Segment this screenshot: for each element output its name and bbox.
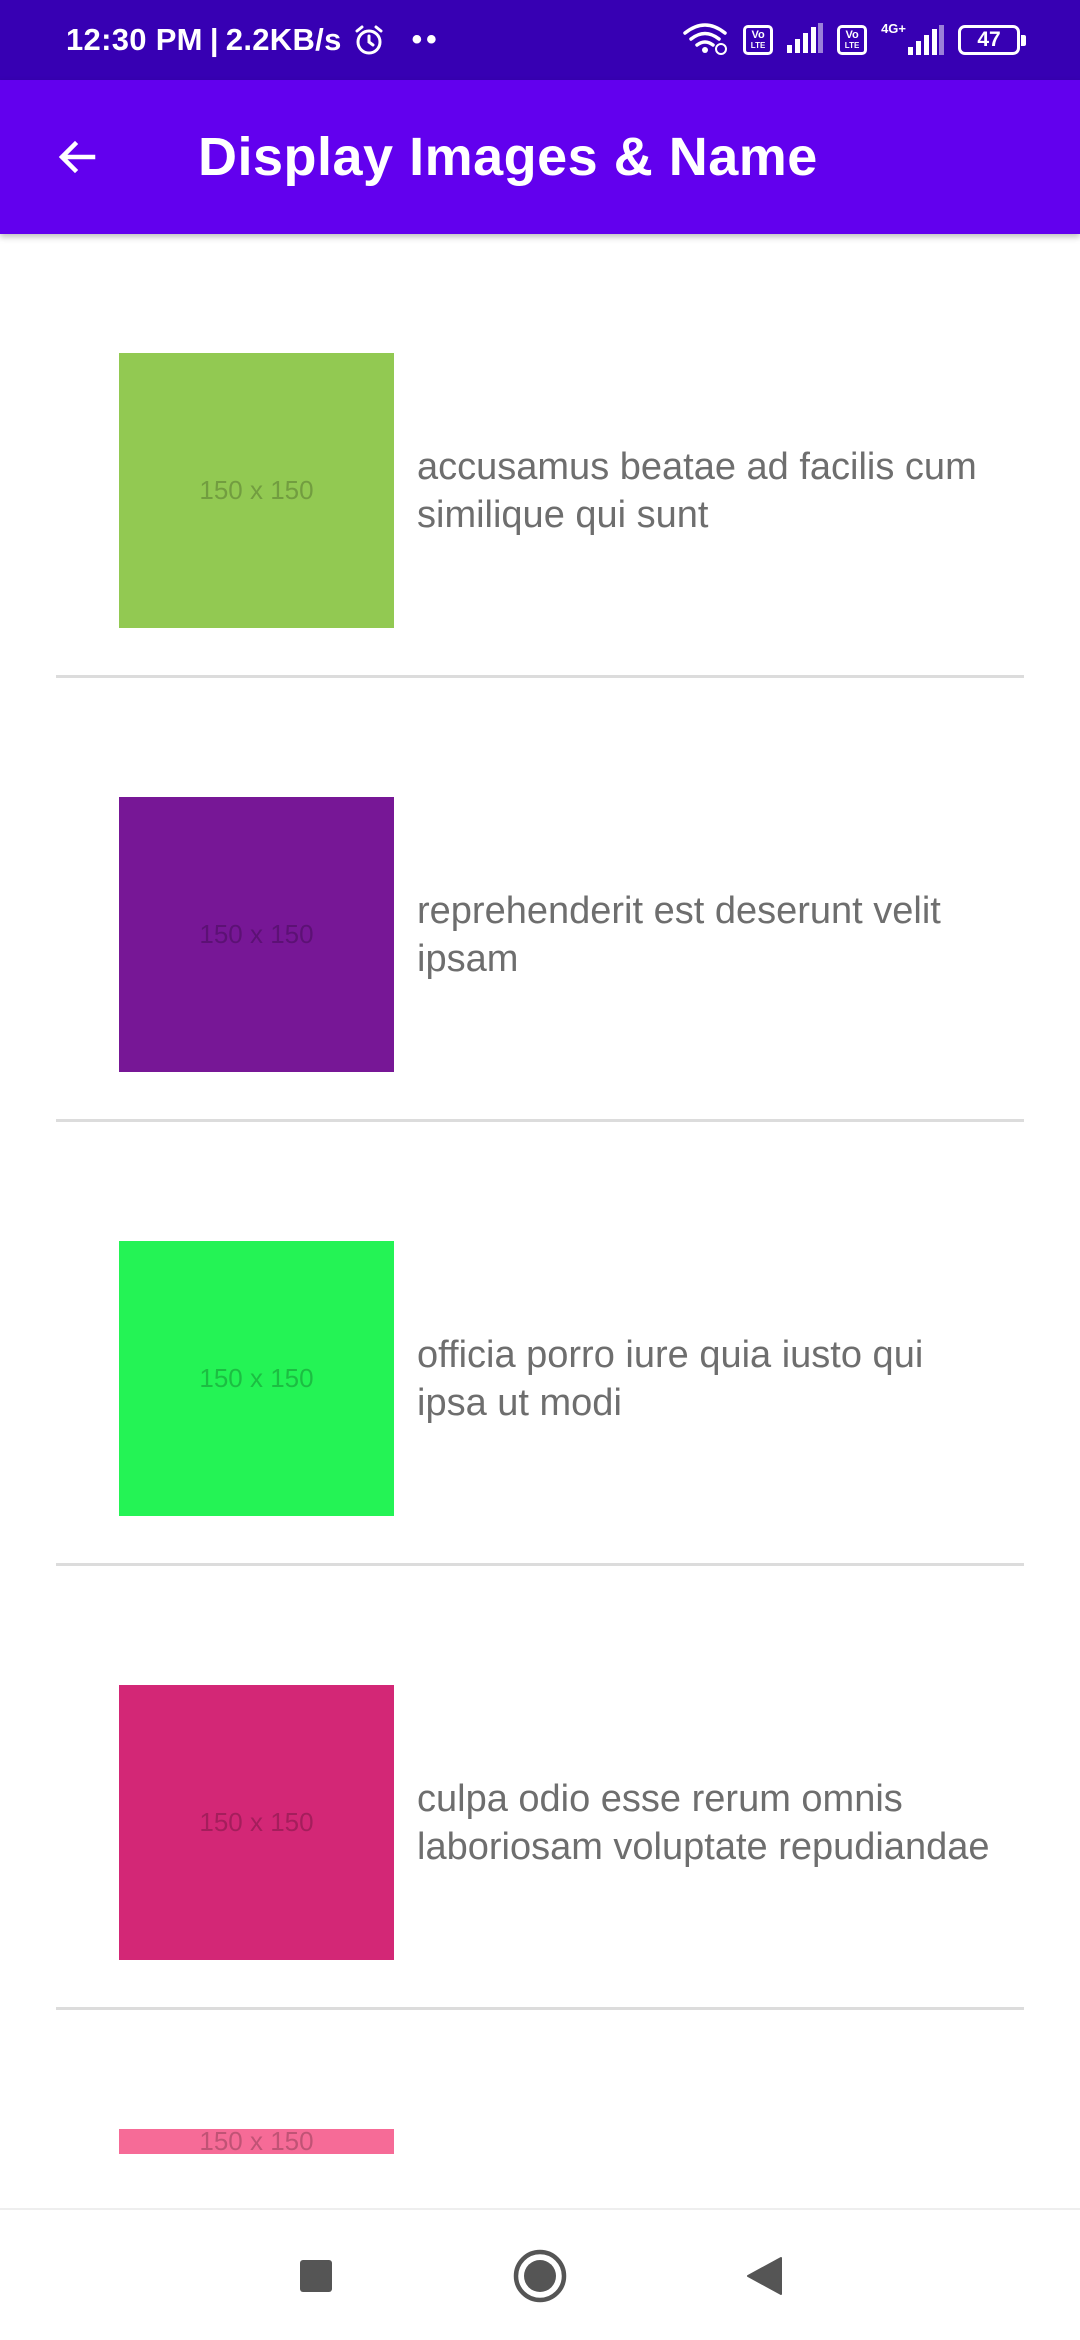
thumbnail-label: 150 x 150	[199, 1363, 314, 1393]
thumbnail-image: 150 x 150	[119, 2129, 394, 2154]
arrow-back-icon[interactable]	[44, 124, 110, 190]
item-title: officia porro iure quia iusto qui ipsa u…	[417, 1333, 924, 1424]
list-item[interactable]: 150 x 150 culpa odio esse rerum omnis la…	[0, 1566, 1080, 2010]
back-triangle-icon[interactable]	[736, 2248, 792, 2304]
status-bar: 12:30 PM | 2.2KB/s •• Vo LTE Vo LTE 4G+ …	[0, 0, 1080, 80]
status-left: 12:30 PM | 2.2KB/s ••	[66, 22, 441, 58]
wifi-icon	[681, 21, 729, 60]
status-dots: ••	[411, 23, 441, 56]
home-circle-icon[interactable]	[512, 2248, 568, 2304]
list-item[interactable]: 150 x 150 accusamus beatae ad facilis cu…	[0, 234, 1080, 678]
thumbnail-label: 150 x 150	[199, 475, 314, 505]
item-title: culpa odio esse rerum omnis laboriosam v…	[417, 1777, 990, 1868]
thumbnail-label: 150 x 150	[199, 919, 314, 949]
signal-icon	[787, 22, 824, 58]
alarm-icon	[352, 23, 386, 57]
volte-badge-1: Vo LTE	[743, 25, 774, 55]
thumbnail-image: 150 x 150	[119, 1685, 394, 1960]
app-bar: Display Images & Name	[0, 80, 1080, 234]
battery-icon: 47	[958, 25, 1026, 55]
status-separator: |	[209, 22, 219, 57]
list-item[interactable]: 150 x 150 reprehenderit est deserunt vel…	[0, 678, 1080, 1122]
status-net-speed: 2.2KB/s	[225, 22, 342, 57]
list-item[interactable]: 150 x 150 officia porro iure quia iusto …	[0, 1122, 1080, 1566]
list-item[interactable]: 150 x 150	[0, 2010, 1080, 2208]
status-time: 12:30 PM	[66, 22, 203, 57]
image-list: 150 x 150 accusamus beatae ad facilis cu…	[0, 234, 1080, 2208]
item-title	[417, 2129, 997, 2208]
battery-level: 47	[977, 28, 1001, 51]
system-nav-bar	[0, 2208, 1080, 2340]
page-title: Display Images & Name	[198, 127, 818, 187]
thumbnail-label: 150 x 150	[199, 2129, 314, 2154]
thumbnail-image: 150 x 150	[119, 797, 394, 1072]
signal-4g-icon: 4G+	[881, 21, 944, 55]
item-title: reprehenderit est deserunt velit ipsam	[417, 889, 941, 980]
thumbnail-image: 150 x 150	[119, 353, 394, 628]
item-title: accusamus beatae ad facilis cum similiqu…	[417, 445, 977, 536]
thumbnail-image: 150 x 150	[119, 1241, 394, 1516]
thumbnail-label: 150 x 150	[199, 1807, 314, 1837]
volte-badge-2: Vo LTE	[837, 25, 868, 55]
status-right: Vo LTE Vo LTE 4G+ 47	[681, 21, 1026, 60]
recents-square-icon[interactable]	[288, 2248, 344, 2304]
